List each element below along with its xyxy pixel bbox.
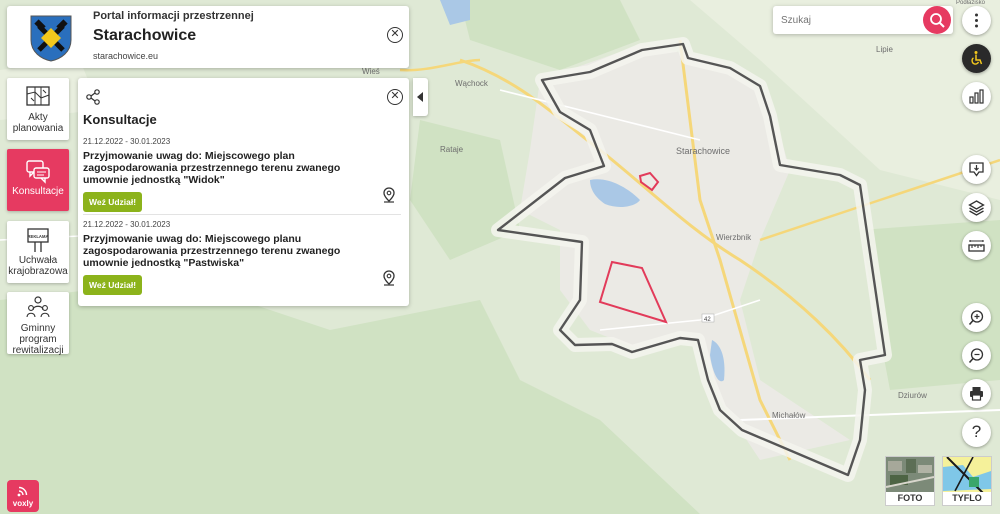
download-icon xyxy=(969,162,984,177)
layers-button[interactable] xyxy=(962,193,991,222)
nav-item-konsultacje[interactable]: Konsultacje xyxy=(7,149,69,211)
zoom-out-icon xyxy=(968,348,984,364)
wheelchair-icon xyxy=(971,51,983,65)
photo-layer-thumbnail[interactable]: FOTO xyxy=(885,456,935,506)
billboard-icon: REKLAMA xyxy=(27,228,49,252)
people-group-icon xyxy=(26,296,50,318)
map-label-lipie: Lipie xyxy=(876,45,893,54)
nav-item-gminny-program[interactable]: Gminny program rewitalizacji xyxy=(7,292,69,356)
sound-waves-icon xyxy=(17,486,28,497)
zoom-in-button[interactable] xyxy=(962,303,991,332)
search-icon xyxy=(930,13,945,28)
search-box xyxy=(773,6,953,34)
consultation-item: 21.12.2022 - 30.01.2023 Przyjmowanie uwa… xyxy=(83,220,401,295)
share-icon[interactable] xyxy=(86,89,100,105)
print-button[interactable] xyxy=(962,379,991,408)
statistics-button[interactable] xyxy=(962,82,991,111)
voxly-label: voxly xyxy=(12,499,34,508)
consultations-panel: ✕ Konsultacje 21.12.2022 - 30.01.2023 Pr… xyxy=(78,78,409,306)
divider xyxy=(83,214,401,215)
chevron-left-icon xyxy=(417,92,423,102)
nav-label-rewitalizacja: Gminny program rewitalizacji xyxy=(12,323,64,356)
city-header-card: Portal informacji przestrzennej Staracho… xyxy=(7,6,409,68)
thumb-label-tyflo: TYFLO xyxy=(943,492,991,505)
measure-button[interactable] xyxy=(962,231,991,260)
map-pin-icon[interactable] xyxy=(383,187,395,203)
more-vertical-icon xyxy=(975,13,978,28)
zoom-out-button[interactable] xyxy=(962,341,991,370)
help-button[interactable]: ? xyxy=(962,418,991,447)
nav-label-akty: Akty planowania xyxy=(12,112,64,134)
zoom-in-icon xyxy=(968,310,984,326)
road-number-42: 42 xyxy=(704,317,711,323)
accessibility-button[interactable] xyxy=(962,44,991,73)
participate-button[interactable]: Weź Udział! xyxy=(83,192,143,212)
layers-icon xyxy=(968,200,985,216)
nav-item-uchwala-krajobrazowa[interactable]: REKLAMA Uchwała krajobrazowa xyxy=(7,221,69,283)
nav-item-akty-planowania[interactable]: Akty planowania xyxy=(7,78,69,140)
tyflo-layer-thumbnail[interactable]: TYFLO xyxy=(942,456,992,506)
close-header-icon[interactable]: ✕ xyxy=(387,27,403,43)
chat-bubbles-icon xyxy=(26,160,50,184)
map-label-dziurow: Dziurów xyxy=(898,391,927,400)
ruler-icon xyxy=(968,240,985,252)
panel-title: Konsultacje xyxy=(83,112,157,127)
search-button[interactable] xyxy=(923,6,951,34)
consultation-title[interactable]: Przyjmowanie uwag do: Miejscowego planu … xyxy=(83,233,378,269)
consultation-title[interactable]: Przyjmowanie uwag do: Miejscowego plan z… xyxy=(83,150,378,186)
thumb-label-foto: FOTO xyxy=(886,492,934,505)
printer-icon xyxy=(970,387,983,401)
consultation-date: 21.12.2022 - 30.01.2023 xyxy=(83,220,171,229)
billboard-sign-text: REKLAMA xyxy=(28,234,49,239)
bar-chart-icon xyxy=(969,89,984,104)
collapse-panel-button[interactable] xyxy=(413,78,428,116)
consultation-item: 21.12.2022 - 30.01.2023 Przyjmowanie uwa… xyxy=(83,137,401,212)
search-input[interactable] xyxy=(781,12,911,28)
map-plan-icon xyxy=(26,86,50,106)
help-icon: ? xyxy=(971,422,982,441)
map-label-starachowice: Starachowice xyxy=(676,146,730,156)
city-title: Starachowice xyxy=(93,27,197,44)
close-panel-icon[interactable]: ✕ xyxy=(387,89,403,105)
map-label-michalow: Michałów xyxy=(772,411,806,420)
map-label-podlazisko: Podłazisko xyxy=(956,0,986,6)
portal-label: Portal informacji przestrzennej xyxy=(93,10,254,22)
map-label-wierzbnik: Wierzbnik xyxy=(716,233,752,242)
participate-button[interactable]: Weź Udział! xyxy=(83,275,143,295)
voxly-button[interactable]: voxly xyxy=(7,480,39,512)
consultation-date: 21.12.2022 - 30.01.2023 xyxy=(83,137,171,146)
map-label-wies: Wieś xyxy=(362,67,380,76)
nav-label-uchwala: Uchwała krajobrazowa xyxy=(8,255,68,277)
map-label-rataje: Rataje xyxy=(440,145,464,154)
download-button[interactable] xyxy=(962,155,991,184)
city-url[interactable]: starachowice.eu xyxy=(93,51,158,61)
more-menu-button[interactable] xyxy=(962,6,991,35)
nav-label-konsultacje: Konsultacje xyxy=(12,186,64,197)
map-pin-icon[interactable] xyxy=(383,270,395,286)
city-crest-icon xyxy=(30,15,72,62)
map-label-wachock: Wąchock xyxy=(455,79,489,88)
